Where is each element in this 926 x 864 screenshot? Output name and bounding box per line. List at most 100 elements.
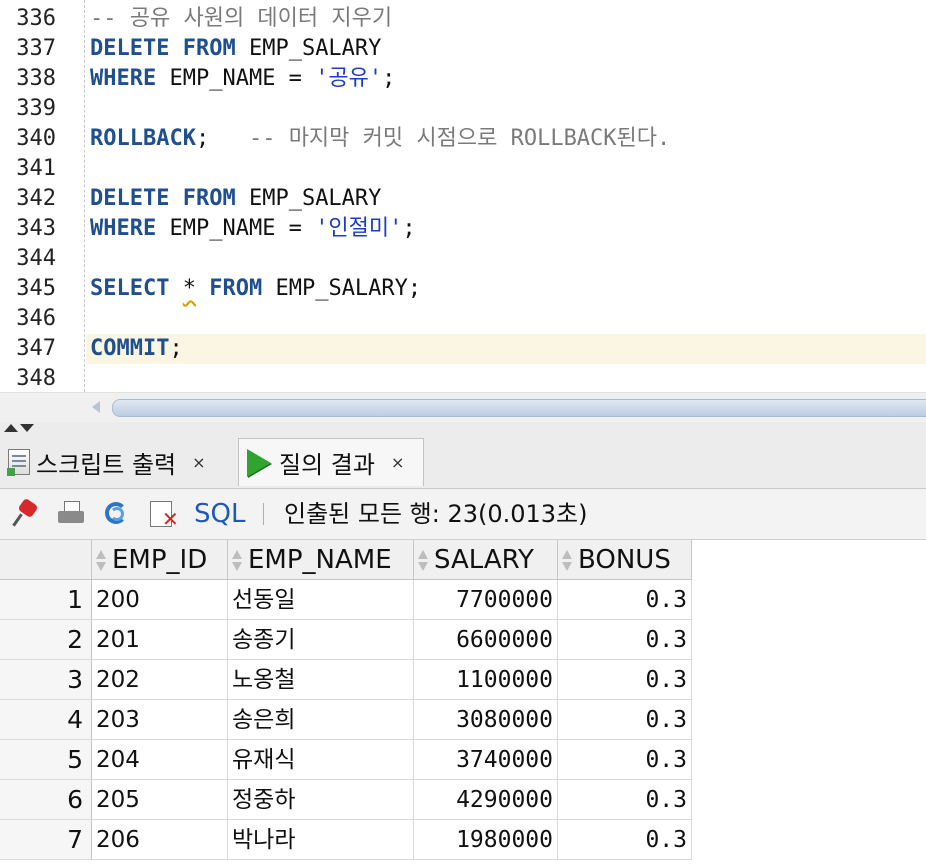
cell-emp-name[interactable]: 송은희 [228,700,414,740]
table-row[interactable]: 6 205 정중하 4290000 0.3 [0,780,692,820]
close-icon[interactable]: × [391,453,404,472]
sql-button[interactable]: SQL [194,497,245,531]
cell-emp-id[interactable]: 204 [92,740,228,780]
results-grid[interactable]: EMP_ID EMP_NAME SALARY BONUS 1 200 선동일 7700… [0,540,926,864]
table-row[interactable]: 3 202 노옹철 1100000 0.3 [0,660,692,700]
cell-salary[interactable]: 3080000 [414,700,558,740]
cell-salary[interactable]: 1100000 [414,660,558,700]
sql-token: ; [195,126,249,151]
collapse-down-icon[interactable] [20,424,34,432]
sort-icon[interactable] [232,548,242,574]
sql-editor[interactable]: 336 337 338 339 340 341 342 343 344 345 346 347 348 … [0,0,926,392]
clear-results-icon[interactable]: ✕ [148,499,179,529]
cell-emp-name[interactable]: 노옹철 [228,660,414,700]
cell-salary[interactable]: 6600000 [414,620,558,660]
editor-horizontal-scrollbar[interactable] [0,392,926,423]
pin-icon[interactable] [10,497,40,529]
cell-emp-name[interactable]: 유재식 [228,740,414,780]
sql-token: ; [402,216,416,241]
row-number[interactable]: 6 [0,780,92,820]
cell-salary[interactable]: 7700000 [414,580,558,620]
sql-string: '인절미' [315,216,403,241]
code-line[interactable]: DELETE FROM EMP_SALARY [90,184,926,214]
row-number[interactable]: 4 [0,700,92,740]
code-line[interactable]: WHERE EMP_NAME = '공유'; [90,64,926,94]
sql-keyword: FROM [182,186,236,211]
sql-token: ; [382,66,396,91]
line-number-gutter: 336 337 338 339 340 341 342 343 344 345 346 347 348 [0,0,60,392]
code-line[interactable]: -- 공유 사원의 데이터 지우기 [90,4,926,34]
cell-salary[interactable]: 3740000 [414,740,558,780]
cell-bonus[interactable]: 0.3 [558,620,692,660]
close-icon[interactable]: × [192,453,205,472]
row-number[interactable]: 5 [0,740,92,780]
cell-emp-id[interactable]: 206 [92,820,228,860]
sql-token: EMP_SALARY [235,186,382,211]
code-line[interactable]: WHERE EMP_NAME = '인절미'; [90,214,926,244]
cell-bonus[interactable]: 0.3 [558,700,692,740]
cell-emp-name[interactable]: 정중하 [228,780,414,820]
scroll-left-arrow-icon[interactable] [92,401,100,413]
cell-emp-name[interactable]: 박나라 [228,820,414,860]
line-number: 341 [16,156,56,181]
column-header-emp-name[interactable]: EMP_NAME [228,540,414,580]
table-row[interactable]: 4 203 송은희 3080000 0.3 [0,700,692,740]
code-line[interactable]: SELECT * FROM EMP_SALARY; [90,274,926,304]
table-row[interactable]: 1 200 선동일 7700000 0.3 [0,580,692,620]
cell-bonus[interactable]: 0.3 [558,660,692,700]
table-row[interactable]: 5 204 유재식 3740000 0.3 [0,740,692,780]
row-number[interactable]: 1 [0,580,92,620]
tab-query-result[interactable]: 질의 결과 × [238,438,424,486]
cell-bonus[interactable]: 0.3 [558,580,692,620]
row-number[interactable]: 7 [0,820,92,860]
cell-salary[interactable]: 1980000 [414,820,558,860]
scrollbar-thumb[interactable] [112,399,926,417]
code-line[interactable] [90,304,926,334]
row-number[interactable]: 2 [0,620,92,660]
collapse-up-icon[interactable] [4,424,18,432]
cell-emp-id[interactable]: 205 [92,780,228,820]
result-tab-bar: 스크립트 출력 × 질의 결과 × [0,434,926,489]
code-line[interactable] [90,154,926,184]
sql-keyword: FROM [209,276,263,301]
refresh-icon[interactable] [102,499,132,529]
line-number: 345 [16,276,56,301]
cell-salary[interactable]: 4290000 [414,780,558,820]
row-number[interactable]: 3 [0,660,92,700]
cell-emp-id[interactable]: 202 [92,660,228,700]
line-number: 337 [16,36,56,61]
line-number: 346 [16,306,56,331]
table-row[interactable]: 2 201 송종기 6600000 0.3 [0,620,692,660]
cell-bonus[interactable]: 0.3 [558,780,692,820]
column-header-salary[interactable]: SALARY [414,540,558,580]
code-line[interactable]: ROLLBACK; -- 마지막 커밋 시점으로 ROLLBACK된다. [90,124,926,154]
cell-emp-name[interactable]: 송종기 [228,620,414,660]
sort-icon[interactable] [96,548,106,574]
code-line[interactable] [90,94,926,124]
sql-token: EMP_SALARY; [262,276,422,301]
cell-bonus[interactable]: 0.3 [558,820,692,860]
sql-keyword: WHERE [90,216,157,241]
tab-script-output[interactable]: 스크립트 출력 × [7,438,206,486]
cell-emp-name[interactable]: 선동일 [228,580,414,620]
line-number: 340 [16,126,56,151]
grid-corner [0,540,92,580]
line-number: 347 [16,336,56,361]
code-line[interactable] [90,364,926,392]
code-line[interactable]: DELETE FROM EMP_SALARY [90,34,926,64]
table-row[interactable]: 7 206 박나라 1980000 0.3 [0,820,692,860]
sql-keyword: ROLLBACK [90,126,196,151]
column-header-bonus[interactable]: BONUS [558,540,692,580]
cell-emp-id[interactable]: 203 [92,700,228,740]
sort-icon[interactable] [418,548,428,574]
column-header-emp-id[interactable]: EMP_ID [92,540,228,580]
sort-icon[interactable] [562,548,572,574]
code-line[interactable] [90,244,926,274]
print-icon[interactable] [56,499,86,529]
cell-emp-id[interactable]: 201 [92,620,228,660]
cell-emp-id[interactable]: 200 [92,580,228,620]
current-code-line[interactable]: COMMIT; [86,334,926,364]
cell-bonus[interactable]: 0.3 [558,740,692,780]
